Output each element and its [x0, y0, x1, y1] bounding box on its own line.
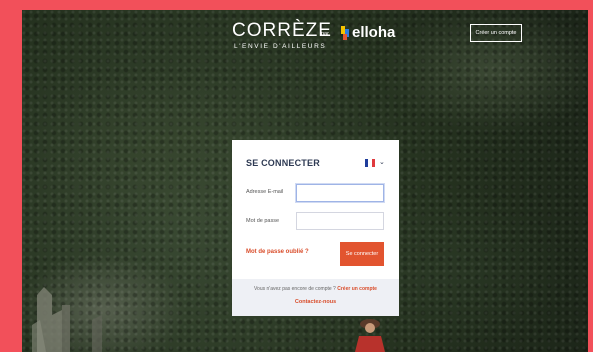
login-button[interactable]: Se connecter [340, 242, 384, 266]
chevron-down-icon: ⌄ [379, 159, 385, 166]
partner-name: elloha [352, 24, 396, 41]
par-label: par [321, 31, 329, 37]
language-selector[interactable]: ⌄ [365, 159, 385, 168]
forgot-password-link[interactable]: Mot de passe oublié ? [246, 249, 309, 255]
brand-title: CORRÈZE [232, 20, 332, 41]
create-account-link[interactable]: Créer un compte [337, 286, 377, 292]
create-account-button[interactable]: Créer un compte [470, 24, 522, 42]
password-label: Mot de passe [246, 218, 280, 224]
hiker-image [355, 319, 385, 352]
elloha-logo-icon [341, 26, 349, 40]
email-field[interactable] [296, 184, 384, 202]
no-account-label: Vous n'avez pas encore de compte ? [254, 286, 338, 292]
french-flag-icon [365, 159, 375, 167]
brand-tagline: L'ENVIE D'AILLEURS [234, 43, 327, 50]
login-card-footer: Vous n'avez pas encore de compte ? Créer… [232, 279, 399, 316]
login-title: SE CONNECTER [246, 158, 320, 168]
castle-ruins-image [32, 287, 102, 352]
contact-link[interactable]: Contactez-nous [232, 299, 399, 305]
login-card: SE CONNECTER ⌄ Adresse E-mail Mot de pas… [232, 140, 399, 316]
no-account-text: Vous n'avez pas encore de compte ? Créer… [254, 286, 377, 292]
password-field[interactable] [296, 212, 384, 230]
email-label: Adresse E-mail [246, 189, 284, 195]
